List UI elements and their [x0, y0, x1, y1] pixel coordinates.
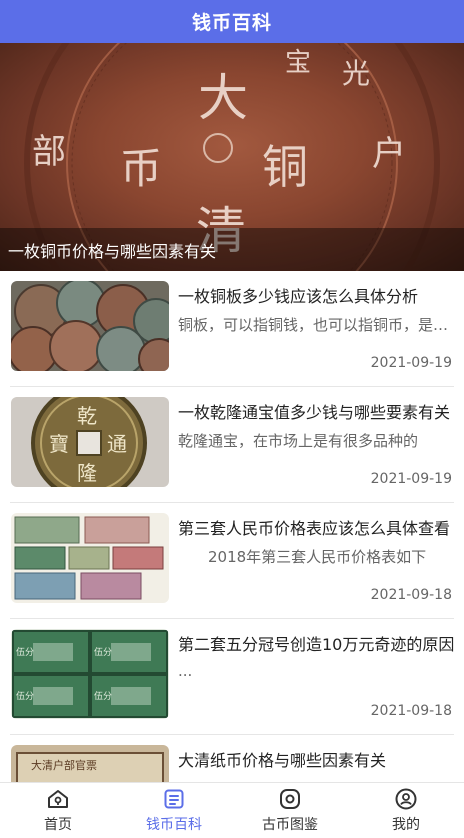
tab-home[interactable]: 首页: [0, 783, 116, 838]
article-list: 一枚铜板多少钱应该怎么具体分析 铜板，可以指铜钱，也可以指铜币，是铜制的钱币 2…: [0, 271, 464, 782]
profile-icon: [395, 788, 417, 810]
article-date: 2021-09-19: [370, 355, 452, 371]
article-date: 2021-09-18: [370, 587, 452, 603]
article-thumbnail: 伍分 伍分 伍分 伍分: [11, 629, 169, 719]
tab-label: 首页: [44, 817, 72, 833]
coin-char: 宝: [285, 48, 311, 78]
article-title: 一枚铜板多少钱应该怎么具体分析: [178, 287, 419, 306]
coin-char: 铜: [262, 140, 308, 194]
note-label: 伍分: [16, 647, 34, 658]
tab-encyclopedia[interactable]: 钱币百科: [116, 783, 232, 838]
note-label: 伍分: [94, 691, 112, 702]
article-thumbnail: 乾 隆 通 寶: [11, 397, 169, 487]
tab-profile[interactable]: 我的: [348, 783, 464, 838]
coin-char: 币: [120, 144, 162, 193]
five-fen-notes-image: 伍分 伍分 伍分 伍分: [11, 629, 169, 719]
coin-char: 通: [107, 432, 127, 456]
coin-char: 隆: [77, 461, 97, 485]
list-item[interactable]: 一枚铜板多少钱应该怎么具体分析 铜板，可以指铜钱，也可以指铜币，是铜制的钱币 2…: [10, 271, 460, 387]
list-item[interactable]: 大清户部官票 大清纸币价格与哪些因素有关: [10, 735, 454, 782]
article-thumbnail: [11, 281, 169, 371]
article-title: 第三套人民币价格表应该怎么具体查看: [178, 519, 451, 538]
page-title: 钱币百科: [191, 12, 272, 34]
coin-char: 光: [342, 57, 370, 90]
coin-char: 部: [32, 132, 66, 172]
article-thumbnail: [11, 513, 169, 603]
article-date: 2021-09-19: [370, 471, 452, 487]
banner-caption: 一枚铜币价格与哪些因素有关: [0, 228, 464, 271]
featured-banner[interactable]: 大 清 铜 币 部 户 光 宝 一枚铜币价格与哪些因素有关: [0, 43, 464, 271]
article-title: 第二套五分冠号创造10万元奇迹的原因: [178, 635, 455, 654]
bottom-tab-bar: 首页 钱币百科 古币图鉴 我的: [0, 782, 464, 838]
qing-paper-money-image: 大清户部官票: [11, 745, 169, 782]
coin-catalog-icon: [280, 789, 300, 809]
article-thumbnail: 大清户部官票: [11, 745, 169, 782]
list-item[interactable]: 第三套人民币价格表应该怎么具体查看 2018年第三套人民币价格表如下 2021-…: [10, 503, 454, 619]
home-icon: [48, 790, 68, 808]
note-text: 大清户部官票: [31, 758, 97, 772]
qianlong-coin-image: 乾 隆 通 寶: [11, 397, 169, 487]
article-summary: ...: [178, 662, 193, 680]
banknotes-image: [11, 513, 169, 603]
article-title: 一枚乾隆通宝值多少钱与哪些要素有关: [178, 403, 451, 422]
article-summary: 乾隆通宝，在市场上是有很多品种的: [178, 432, 419, 450]
article-title: 大清纸币价格与哪些因素有关: [178, 751, 387, 770]
article-summary: 2018年第三套人民币价格表如下: [178, 548, 427, 566]
tab-label: 钱币百科: [146, 817, 202, 833]
list-item[interactable]: 伍分 伍分 伍分 伍分 第二套五分冠号创造10万元奇迹的原因 ... 2021-…: [10, 619, 454, 735]
coin-char: 寶: [49, 432, 69, 456]
note-label: 伍分: [94, 647, 112, 658]
coin-char: 大: [198, 69, 248, 127]
coin-char: 户: [372, 134, 406, 174]
article-summary: 铜板，可以指铜钱，也可以指铜币，是铜制的钱币: [178, 316, 460, 334]
tab-coin-catalog[interactable]: 古币图鉴: [232, 783, 348, 838]
list-item[interactable]: 乾 隆 通 寶 一枚乾隆通宝值多少钱与哪些要素有关 乾隆通宝，在市场上是有很多品…: [10, 387, 454, 503]
encyclopedia-icon: [164, 789, 184, 809]
copper-coins-image: [11, 281, 169, 371]
tab-label: 古币图鉴: [262, 817, 318, 833]
tab-label: 我的: [392, 817, 420, 833]
note-label: 伍分: [16, 691, 34, 702]
article-date: 2021-09-18: [370, 703, 452, 719]
app-header: 钱币百科: [0, 0, 464, 43]
coin-char: 乾: [77, 404, 97, 428]
